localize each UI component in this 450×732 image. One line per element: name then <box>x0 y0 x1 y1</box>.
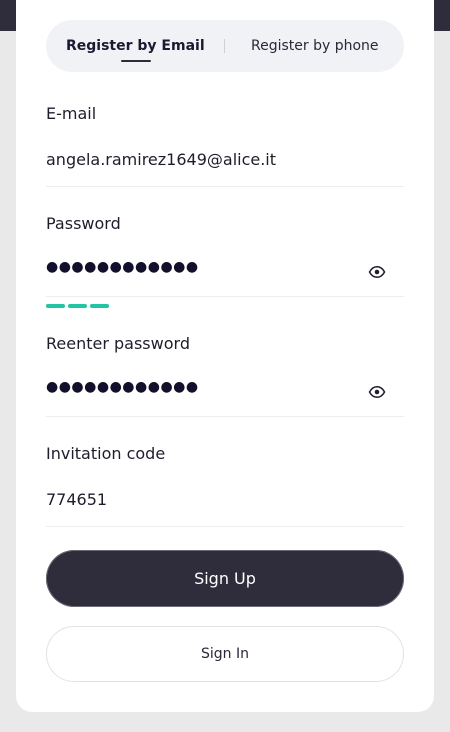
password-label: Password <box>46 214 121 233</box>
register-method-tabs: Register by Email Register by phone <box>46 20 404 72</box>
reenter-password-field[interactable]: ●●●●●●●●●●●● <box>46 367 404 417</box>
tab-divider <box>224 39 225 53</box>
email-label: E-mail <box>46 104 97 123</box>
tab-register-by-email[interactable]: Register by Email <box>66 20 205 72</box>
reenter-password-masked-value: ●●●●●●●●●●●● <box>46 379 199 395</box>
strength-segment <box>68 304 87 308</box>
eye-icon[interactable] <box>368 383 386 401</box>
strength-segment <box>90 304 109 308</box>
register-card: Register by Email Register by phone E-ma… <box>16 0 434 712</box>
email-value: angela.ramirez1649@alice.it <box>46 150 277 169</box>
password-field[interactable]: ●●●●●●●●●●●● <box>46 247 404 297</box>
strength-segment <box>46 304 65 308</box>
eye-icon[interactable] <box>368 263 386 281</box>
invitation-code-field[interactable]: 774651 <box>46 477 404 527</box>
sign-in-button[interactable]: Sign In <box>46 626 404 682</box>
invitation-code-value: 774651 <box>46 490 108 509</box>
sign-up-button[interactable]: Sign Up <box>46 550 404 607</box>
password-strength-meter <box>46 304 109 308</box>
email-field[interactable]: angela.ramirez1649@alice.it <box>46 137 404 187</box>
password-masked-value: ●●●●●●●●●●●● <box>46 259 199 275</box>
tab-register-by-phone[interactable]: Register by phone <box>251 20 379 72</box>
invitation-code-label: Invitation code <box>46 444 166 463</box>
active-tab-indicator <box>121 60 151 62</box>
reenter-password-label: Reenter password <box>46 334 190 353</box>
